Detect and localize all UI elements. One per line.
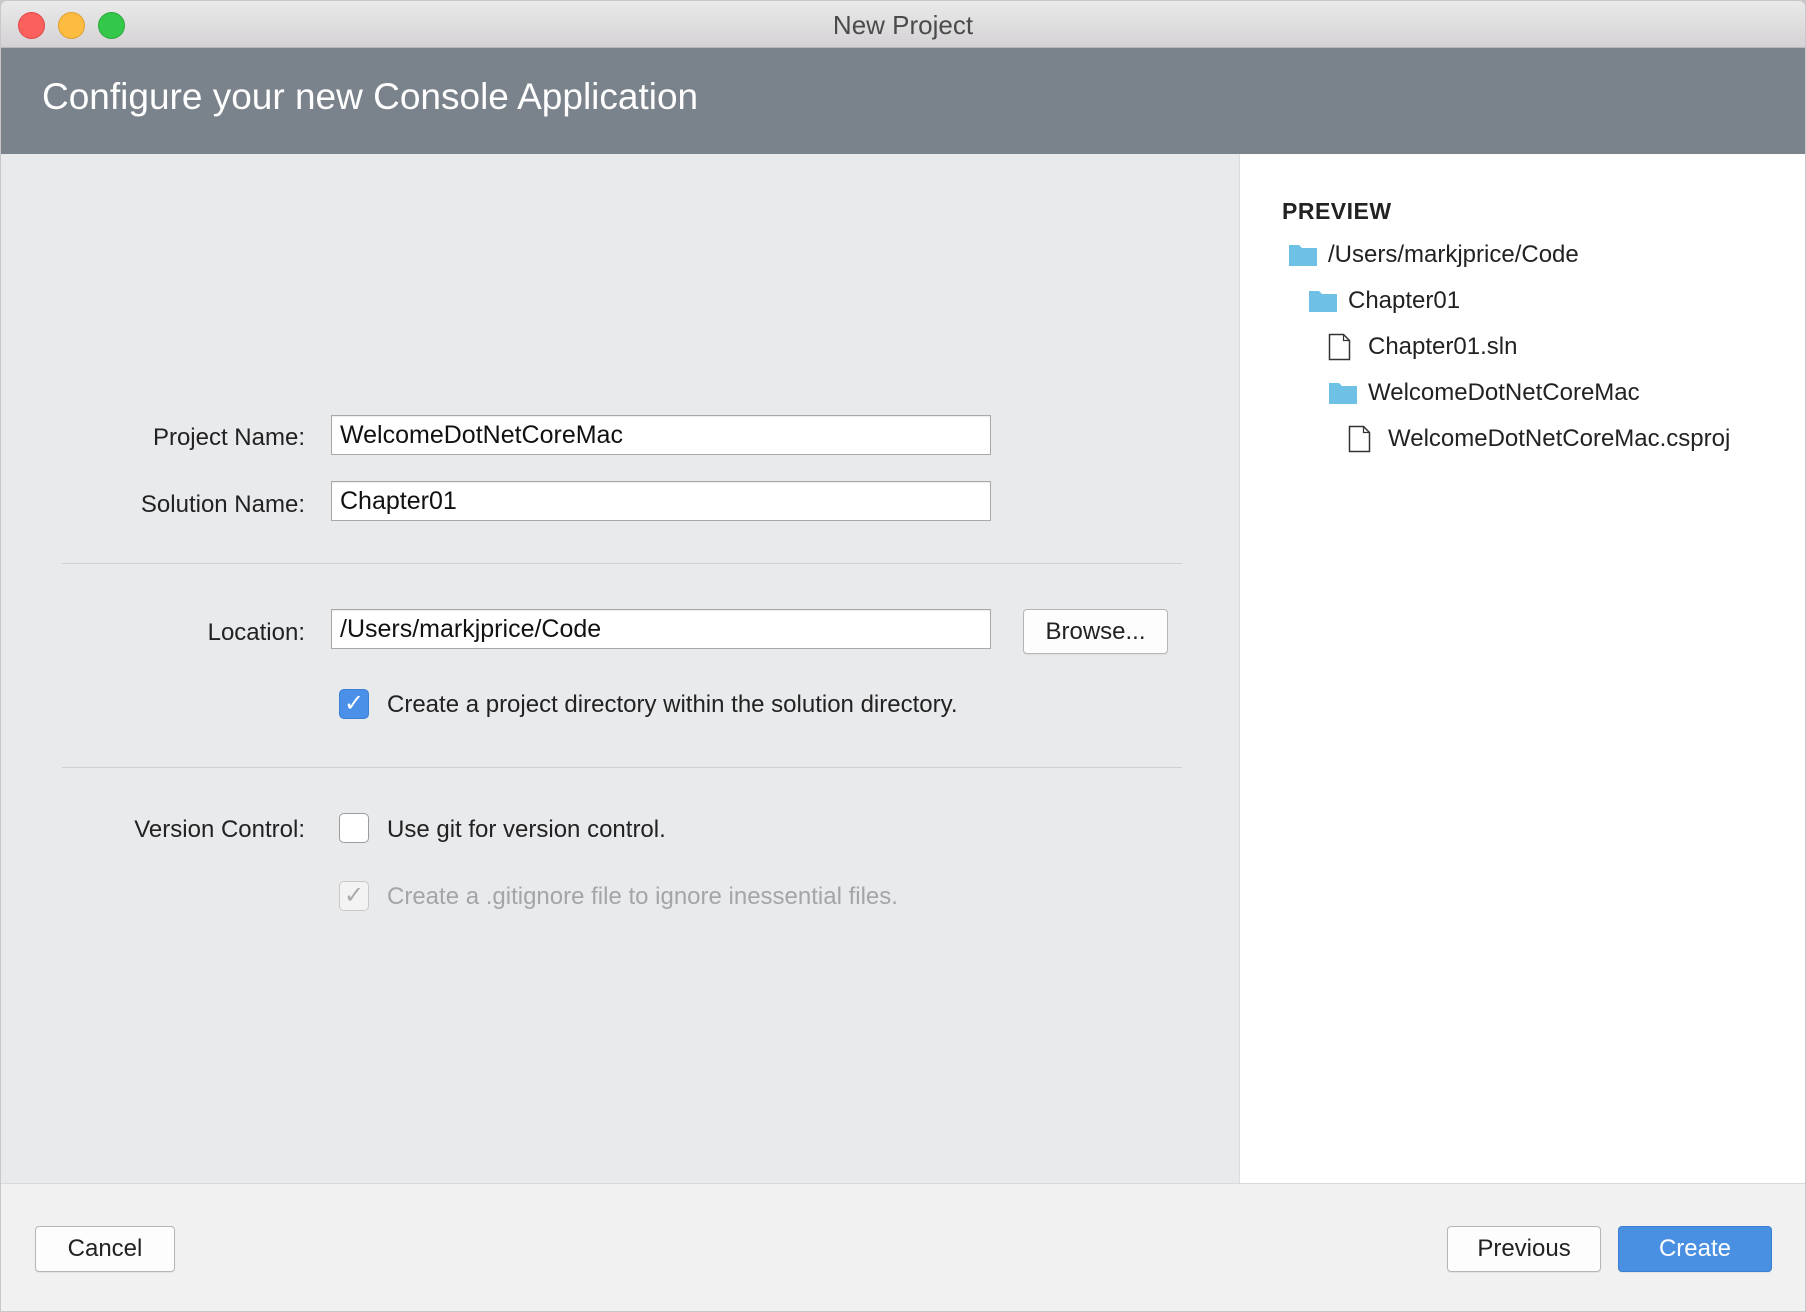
project-name-input[interactable]: WelcomeDotNetCoreMac <box>331 415 991 455</box>
gitignore-checkbox: ✓ <box>339 881 369 911</box>
gitignore-label: Create a .gitignore file to ignore iness… <box>387 883 898 910</box>
tree-item-label: Chapter01 <box>1348 287 1461 314</box>
location-label: Location: <box>207 619 305 646</box>
browse-button[interactable]: Browse... <box>1023 609 1168 654</box>
version-control-label: Version Control: <box>134 816 305 843</box>
divider <box>62 767 1182 768</box>
tree-item-label: /Users/markjprice/Code <box>1328 241 1579 268</box>
project-name-label: Project Name: <box>152 424 305 451</box>
use-git-label: Use git for version control. <box>387 816 666 843</box>
previous-button[interactable]: Previous <box>1447 1226 1601 1272</box>
configuration-form: Project Name: WelcomeDotNetCoreMac Solut… <box>1 154 1239 1183</box>
file-icon <box>1328 333 1351 361</box>
solution-name-label: Solution Name: <box>140 491 305 518</box>
create-project-dir-label: Create a project directory within the so… <box>387 691 958 718</box>
checkmark-icon: ✓ <box>343 690 365 717</box>
title-bar: New Project <box>1 1 1805 48</box>
tree-item-label: Chapter01.sln <box>1368 333 1518 360</box>
location-input[interactable]: /Users/markjprice/Code <box>331 609 991 649</box>
file-icon <box>1348 425 1371 453</box>
dialog-header: Configure your new Console Application <box>1 48 1805 154</box>
use-git-checkbox[interactable] <box>339 813 369 843</box>
divider <box>62 563 1182 564</box>
folder-icon <box>1289 245 1317 266</box>
folder-icon <box>1309 291 1337 312</box>
solution-name-input[interactable]: Chapter01 <box>331 481 991 521</box>
checkmark-icon: ✓ <box>343 882 365 909</box>
create-project-dir-checkbox[interactable]: ✓ <box>339 689 369 719</box>
create-button[interactable]: Create <box>1618 1226 1772 1272</box>
new-project-window: New Project Configure your new Console A… <box>1 1 1805 1311</box>
window-title: New Project <box>832 10 974 40</box>
cancel-button[interactable]: Cancel <box>35 1226 175 1272</box>
folder-icon <box>1329 383 1357 404</box>
tree-item-label: WelcomeDotNetCoreMac <box>1368 379 1640 406</box>
preview-heading: PREVIEW <box>1282 198 1392 224</box>
tree-item-label: WelcomeDotNetCoreMac.csproj <box>1388 425 1731 452</box>
page-title: Configure your new Console Application <box>42 76 699 117</box>
dialog-footer: Cancel Previous Create <box>1 1183 1805 1311</box>
preview-panel: PREVIEW /Users/markjprice/Code Chapter01… <box>1239 154 1805 1183</box>
